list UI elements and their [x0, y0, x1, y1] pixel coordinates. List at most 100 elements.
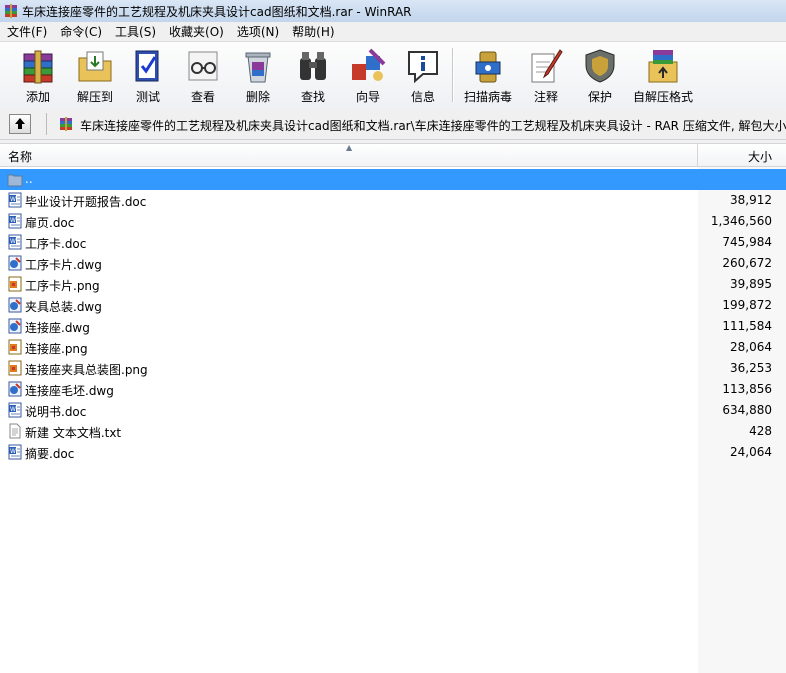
column-header-name[interactable]: 名称	[8, 148, 32, 165]
comment-button[interactable]: 注释	[522, 44, 570, 106]
file-row[interactable]: W 工序卡.doc 745,984	[0, 232, 786, 253]
file-name: 连接座夹具总装图.png	[25, 363, 148, 377]
file-row[interactable]: 工序卡片.dwg 260,672	[0, 253, 786, 274]
file-name: 扉页.doc	[25, 216, 75, 230]
sfx-button[interactable]: 自解压格式	[630, 44, 696, 106]
file-list: 名称 ▲ 大小 .. W 毕业设计开题报告.doc 38,912 W 扉页.doc 1,34…	[0, 143, 786, 673]
find-label: 查找	[300, 90, 325, 104]
file-size: 428	[749, 424, 772, 438]
view-button[interactable]: 查看	[178, 44, 228, 106]
window-title: 车床连接座零件的工艺规程及机床夹具设计cad图纸和文档.rar - WinRAR	[22, 5, 412, 19]
file-name: 工序卡.doc	[25, 237, 87, 251]
file-name: 工序卡片.png	[25, 279, 100, 293]
title-bar: 车床连接座零件的工艺规程及机床夹具设计cad图纸和文档.rar - WinRAR	[0, 0, 786, 23]
virus-scan-icon	[475, 51, 501, 83]
file-name: 连接座.dwg	[25, 321, 90, 335]
wizard-icon	[352, 48, 386, 81]
file-row[interactable]: W 扉页.doc 1,346,560	[0, 211, 786, 232]
svg-text:W: W	[10, 406, 16, 413]
file-row[interactable]: 夹具总装.dwg 199,872	[0, 295, 786, 316]
file-size: 39,895	[730, 277, 772, 291]
add-books-icon	[23, 50, 53, 84]
dwg-file-icon	[7, 255, 23, 271]
file-size: 24,064	[730, 445, 772, 459]
address-bar: 车床连接座零件的工艺规程及机床夹具设计cad图纸和文档.rar\车床连接座零件的…	[0, 109, 786, 140]
menu-file[interactable]: 文件(F)	[0, 23, 53, 40]
file-row[interactable]: W 说明书.doc 634,880	[0, 400, 786, 421]
file-name: 夹具总装.dwg	[25, 300, 102, 314]
file-name: 毕业设计开题报告.doc	[25, 195, 147, 209]
png-image-icon	[7, 360, 23, 376]
file-row[interactable]: W 摘要.doc 24,064	[0, 442, 786, 463]
file-size: 199,872	[722, 298, 772, 312]
wizard-label: 向导	[355, 90, 380, 104]
test-button[interactable]: 测试	[124, 44, 172, 106]
file-row[interactable]: 连接座.png 28,064	[0, 337, 786, 358]
extract-to-label: 解压到	[76, 90, 113, 104]
protect-button[interactable]: 保护	[576, 44, 624, 106]
word-doc-icon: W	[7, 192, 23, 208]
file-name: ..	[25, 172, 33, 186]
delete-recycle-icon	[245, 52, 271, 83]
menu-bar: 文件(F) 命令(C) 工具(S) 收藏夹(O) 选项(N) 帮助(H)	[0, 22, 786, 41]
add-label: 添加	[25, 90, 50, 104]
menu-help[interactable]: 帮助(H)	[285, 23, 340, 40]
file-name: 连接座毛坯.dwg	[25, 384, 114, 398]
info-button[interactable]: 信息	[398, 44, 448, 106]
test-label: 测试	[135, 90, 160, 104]
test-check-icon	[135, 50, 159, 82]
list-header: 名称 ▲ 大小	[0, 143, 786, 167]
extract-folder-icon	[78, 51, 112, 82]
file-row[interactable]: 连接座夹具总装图.png 36,253	[0, 358, 786, 379]
delete-button[interactable]: 删除	[234, 44, 282, 106]
file-row[interactable]: 连接座.dwg 111,584	[0, 316, 786, 337]
word-doc-icon: W	[7, 444, 23, 460]
file-name: 说明书.doc	[25, 405, 87, 419]
file-row[interactable]: 连接座毛坯.dwg 113,856	[0, 379, 786, 400]
column-divider[interactable]	[697, 144, 698, 166]
sfx-label: 自解压格式	[632, 90, 693, 104]
text-file-icon	[7, 423, 23, 439]
comment-pen-icon	[531, 49, 563, 83]
address-path: 车床连接座零件的工艺规程及机床夹具设计cad图纸和文档.rar\车床连接座零件的…	[80, 119, 786, 133]
up-folder-button[interactable]	[9, 114, 31, 134]
info-label: 信息	[410, 90, 435, 104]
extract-to-button[interactable]: 解压到	[69, 44, 121, 106]
file-name: 摘要.doc	[25, 447, 75, 461]
toolbar-separator	[452, 48, 454, 102]
dwg-file-icon	[7, 318, 23, 334]
menu-tools[interactable]: 工具(S)	[108, 23, 162, 40]
file-name: 新建 文本文档.txt	[25, 426, 122, 440]
parent-folder-row[interactable]: ..	[0, 169, 786, 190]
find-binoculars-icon	[300, 52, 326, 80]
file-size: 1,346,560	[710, 214, 772, 228]
file-size: 38,912	[730, 193, 772, 207]
svg-text:W: W	[10, 217, 16, 224]
menu-favorites[interactable]: 收藏夹(O)	[162, 23, 230, 40]
menu-commands[interactable]: 命令(C)	[53, 23, 108, 40]
file-row[interactable]: W 毕业设计开题报告.doc 38,912	[0, 190, 786, 211]
up-arrow-icon	[15, 118, 25, 129]
dwg-file-icon	[7, 297, 23, 313]
delete-label: 删除	[245, 90, 270, 104]
file-row[interactable]: 工序卡片.png 39,895	[0, 274, 786, 295]
file-row[interactable]: 新建 文本文档.txt 428	[0, 421, 786, 442]
file-size: 36,253	[730, 361, 772, 375]
parent-folder-icon	[7, 171, 23, 187]
virus-scan-button[interactable]: 扫描病毒	[458, 44, 518, 106]
view-label: 查看	[190, 90, 215, 104]
add-button[interactable]: 添加	[12, 44, 64, 106]
file-size: 111,584	[722, 319, 772, 333]
menu-options[interactable]: 选项(N)	[230, 23, 285, 40]
word-doc-icon: W	[7, 213, 23, 229]
toolbar: 添加 解压到 测试 查看 删除 查找 向导 信息 扫描病毒 注释 保护 自解压格…	[0, 41, 786, 110]
png-image-icon	[7, 339, 23, 355]
file-size: 28,064	[730, 340, 772, 354]
file-name: 工序卡片.dwg	[25, 258, 102, 272]
column-header-size[interactable]: 大小	[748, 148, 772, 165]
svg-text:W: W	[10, 196, 16, 203]
file-name: 连接座.png	[25, 342, 88, 356]
address-field[interactable]: 车床连接座零件的工艺规程及机床夹具设计cad图纸和文档.rar\车床连接座零件的…	[55, 114, 786, 134]
wizard-button[interactable]: 向导	[343, 44, 393, 106]
find-button[interactable]: 查找	[288, 44, 338, 106]
